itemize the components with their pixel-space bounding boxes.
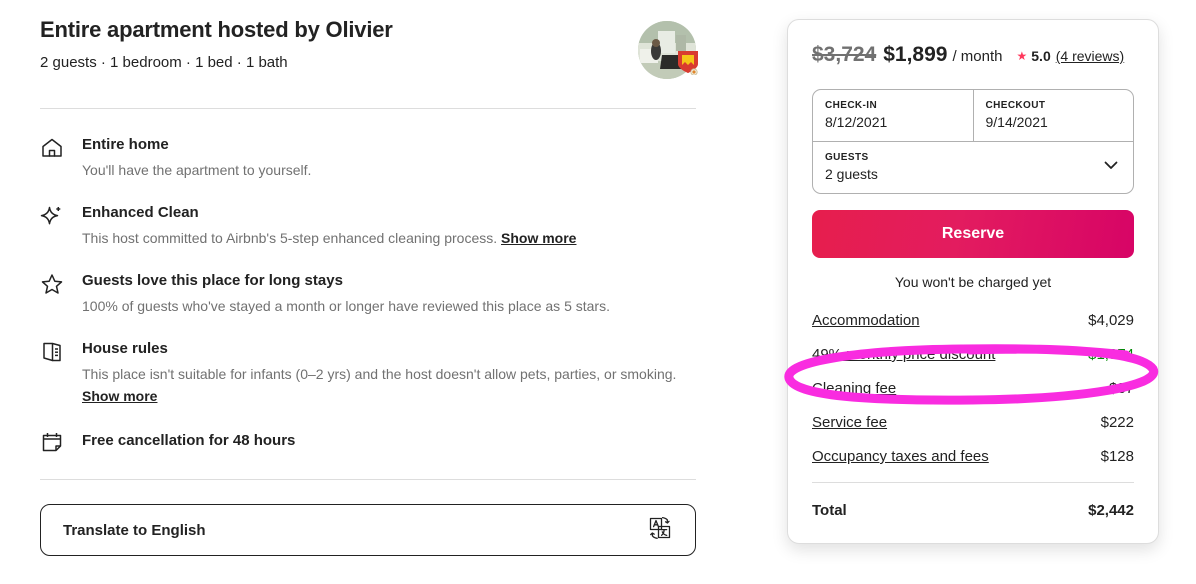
feature-body: Entire home You'll have the apartment to… (82, 135, 311, 180)
breakdown-value: $37 (1108, 380, 1134, 397)
reviews-link[interactable]: (4 reviews) (1056, 48, 1124, 64)
price-unit: / month (952, 48, 1003, 65)
sparkle-icon (40, 204, 64, 228)
checkout-label: CHECKOUT (985, 100, 1046, 111)
listing-details-column: Entire apartment hosted by Olivier 2 gue… (40, 16, 698, 557)
feature-subtext-text: You'll have the apartment to yourself. (82, 161, 312, 178)
feature-heading: Free cancellation for 48 hours (82, 432, 296, 450)
feature-long-stays: Guests love this place for long stays 10… (40, 271, 696, 316)
superhost-badge (678, 51, 698, 75)
feature-subtext: 100% of guests who've stayed a month or … (82, 297, 610, 317)
feature-subtext-text: This host committed to Airbnb's 5-step e… (82, 229, 498, 246)
feature-body: Guests love this place for long stays 10… (82, 271, 610, 316)
translate-icon (647, 515, 673, 546)
feature-heading: Enhanced Clean (82, 204, 199, 222)
checkin-label: CHECK-IN (825, 100, 878, 111)
home-icon (40, 136, 64, 160)
date-guests-box: CHECK-IN 8/12/2021 CHECKOUT 9/14/2021 GU… (812, 89, 1134, 194)
checkout-value: 9/14/2021 (985, 114, 1048, 130)
translate-to-english-button[interactable]: Translate to English (40, 504, 696, 557)
total-value: $2,442 (1088, 502, 1134, 519)
feature-body: Enhanced Clean This host committed to Ai… (82, 203, 576, 248)
breakdown-row-cleaning-fee: Cleaning fee $37 (812, 380, 1134, 397)
feature-free-cancellation: Free cancellation for 48 hours (40, 429, 696, 454)
translate-divider (40, 479, 696, 481)
listing-page: Entire apartment hosted by Olivier 2 gue… (0, 0, 1196, 584)
guests-text: GUESTS 2 guests (825, 152, 878, 182)
breakdown-value: $128 (1100, 448, 1134, 465)
header-divider (40, 108, 696, 109)
breakdown-label[interactable]: Cleaning fee (812, 380, 896, 397)
chevron-down-icon[interactable] (1101, 155, 1121, 180)
checkout-field[interactable]: CHECKOUT 9/14/2021 (974, 90, 1134, 141)
calendar-icon (40, 430, 64, 454)
page-title: Entire apartment hosted by Olivier (40, 17, 393, 42)
rating-block: ★ 5.0 (4 reviews) (1017, 48, 1125, 64)
show-more-link-clean[interactable]: Show more (501, 230, 576, 246)
checkin-field[interactable]: CHECK-IN 8/12/2021 (813, 90, 974, 141)
breakdown-label[interactable]: Service fee (812, 414, 887, 431)
feature-entire-home: Entire home You'll have the apartment to… (40, 135, 696, 180)
translate-button-label: Translate to English (63, 521, 206, 539)
breakdown-row-monthly-discount: 49% monthly price discount -$1,974 (812, 346, 1134, 363)
feature-heading: Entire home (82, 136, 169, 153)
feature-subtext-text: This place isn't suitable for infants (0… (82, 365, 677, 382)
listing-subtitle: 2 guests · 1 bedroom · 1 bed · 1 bath (40, 53, 288, 71)
breakdown-value: $222 (1100, 414, 1134, 431)
guests-field[interactable]: GUESTS 2 guests (813, 141, 1133, 193)
checkin-value: 8/12/2021 (825, 114, 888, 130)
house-rules-icon (40, 340, 64, 364)
price-breakdown: Accommodation $4,029 49% monthly price d… (812, 312, 1134, 465)
listing-title-block: Entire apartment hosted by Olivier 2 gue… (40, 16, 393, 72)
star-outline-icon (40, 272, 64, 296)
breakdown-label[interactable]: 49% monthly price discount (812, 346, 995, 363)
feature-heading: Guests love this place for long stays (82, 272, 343, 290)
star-filled-icon: ★ (1016, 49, 1028, 63)
breakdown-value: $4,029 (1088, 312, 1134, 329)
breakdown-row-accommodation: Accommodation $4,029 (812, 312, 1134, 329)
breakdown-row-service-fee: Service fee $222 (812, 414, 1134, 431)
feature-subtext-text: 100% of guests who've stayed a month or … (82, 297, 610, 314)
breakdown-row-occupancy-taxes: Occupancy taxes and fees $128 (812, 448, 1134, 465)
booking-card: $3,724 $1,899 / month ★ 5.0 (4 reviews) … (787, 19, 1159, 544)
show-more-link-rules[interactable]: Show more (82, 388, 157, 404)
guests-value: 2 guests (825, 166, 878, 182)
rating-value: 5.0 (1031, 48, 1051, 64)
total-divider (812, 482, 1134, 483)
breakdown-label[interactable]: Occupancy taxes and fees (812, 448, 989, 465)
feature-body: House rules This place isn't suitable fo… (82, 339, 676, 406)
original-price: $3,724 (812, 43, 877, 66)
feature-subtext: This place isn't suitable for infants (0… (82, 365, 676, 385)
feature-heading: House rules (82, 340, 168, 358)
feature-house-rules: House rules This place isn't suitable fo… (40, 339, 696, 406)
no-charge-note: You won't be charged yet (894, 274, 1052, 290)
total-row: Total $2,442 (812, 502, 1134, 519)
show-more-line: Show more (82, 388, 676, 406)
feature-subtext: This host committed to Airbnb's 5-step e… (82, 229, 576, 249)
features-list: Entire home You'll have the apartment to… (40, 135, 696, 454)
breakdown-label[interactable]: Accommodation (812, 312, 920, 329)
listing-header: Entire apartment hosted by Olivier 2 gue… (40, 16, 698, 79)
guests-label: GUESTS (825, 152, 869, 163)
host-avatar-wrap[interactable] (638, 21, 698, 79)
date-row: CHECK-IN 8/12/2021 CHECKOUT 9/14/2021 (813, 90, 1133, 141)
breakdown-value: -$1,974 (1083, 346, 1134, 363)
price-header: $3,724 $1,899 / month ★ 5.0 (4 reviews) (812, 43, 1134, 67)
feature-subtext: You'll have the apartment to yourself. (82, 161, 311, 181)
total-label: Total (812, 502, 847, 519)
discounted-price: $1,899 (883, 43, 948, 66)
feature-body: Free cancellation for 48 hours (82, 429, 295, 451)
feature-enhanced-clean: Enhanced Clean This host committed to Ai… (40, 203, 696, 248)
reserve-button[interactable]: Reserve (812, 210, 1134, 258)
